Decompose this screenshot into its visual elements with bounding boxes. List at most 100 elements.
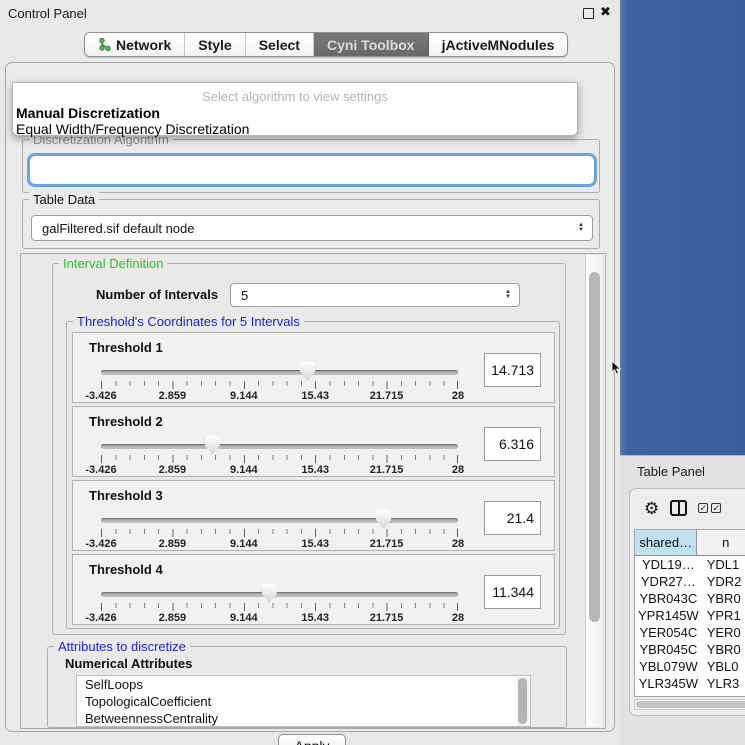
slider-thumb[interactable] [262, 584, 277, 603]
cell[interactable]: YBR045C [635, 641, 702, 658]
scrollbar-thumb[interactable] [518, 678, 527, 724]
select-columns-icons[interactable]: ✓ ✓ [698, 503, 721, 513]
slider-track[interactable] [101, 370, 458, 375]
cell[interactable]: YBR0 [702, 590, 745, 607]
menu-item-equal-width-frequency[interactable]: Equal Width/Frequency Discretization [16, 121, 249, 137]
network-view-frame: GAL80 G. C. GAL11 GAL4 GCY1 H HAP2 [620, 0, 745, 455]
slider-scale-labels: -3.426 2.859 9.144 15.43 21.715 28 [101, 538, 458, 550]
close-icon[interactable]: ✖ [600, 4, 611, 20]
slider-thumb[interactable] [300, 362, 315, 381]
slider-track[interactable] [101, 444, 458, 449]
cell[interactable]: YDR2 [702, 573, 745, 590]
threshold-4-slider[interactable]: -3.426 2.859 9.144 15.43 21.715 28 [101, 587, 458, 623]
cell[interactable]: YLR345W [635, 675, 702, 692]
table-horizontal-scrollbar[interactable] [634, 699, 745, 710]
tick-label: -3.426 [85, 390, 116, 402]
table-row[interactable]: YPR145WYPR1 [635, 607, 745, 624]
tab-style-label: Style [198, 37, 231, 53]
threshold-2-panel: Threshold 2 -3.426 2.859 9.144 15.43 [72, 406, 555, 477]
list-item[interactable]: TopologicalCoefficient [77, 693, 530, 710]
threshold-3-value-field[interactable]: 21.4 [484, 501, 541, 535]
cell[interactable]: YDL19… [635, 556, 702, 573]
tick-label: 21.715 [370, 538, 404, 550]
tick-label: 2.859 [159, 390, 187, 402]
scrollbar-thumb[interactable] [589, 272, 600, 622]
checkbox-icon[interactable]: ✓ [711, 503, 721, 513]
cell[interactable]: YER0 [702, 624, 745, 641]
table-row[interactable]: YIL052CYIL0 [635, 692, 745, 697]
number-of-intervals-value: 5 [241, 288, 248, 303]
scrollbar-thumb[interactable] [636, 701, 745, 708]
table-row[interactable]: YER054CYER0 [635, 624, 745, 641]
number-of-intervals-label: Number of Intervals [96, 287, 218, 302]
cell[interactable]: YPR145W [635, 607, 702, 624]
tick-label: -3.426 [85, 464, 116, 476]
numerical-attributes-label: Numerical Attributes [65, 656, 192, 671]
slider-track[interactable] [101, 592, 458, 597]
table-row[interactable]: YDL19…YDL1 [635, 556, 745, 573]
apply-button[interactable]: Apply [278, 734, 346, 745]
cell[interactable]: YIL052C [635, 692, 702, 697]
cell[interactable]: YPR1 [702, 607, 745, 624]
table-row[interactable]: YBR043CYBR0 [635, 590, 745, 607]
table-row[interactable]: YLR345WYLR3 [635, 675, 745, 692]
tab-jactivemnodules[interactable]: jActiveMNodules [429, 33, 568, 56]
tab-network[interactable]: Network [85, 33, 185, 56]
column-header-name[interactable]: n [697, 530, 745, 556]
tab-cyni-toolbox[interactable]: Cyni Toolbox [314, 33, 429, 56]
threshold-2-value-field[interactable]: 6.316 [484, 427, 541, 461]
slider-track[interactable] [101, 518, 458, 523]
checkbox-icon[interactable]: ✓ [698, 503, 708, 513]
tab-network-label: Network [116, 37, 171, 53]
algorithm-combobox[interactable] [30, 156, 594, 184]
table-row[interactable]: YDR27…YDR2 [635, 573, 745, 590]
split-columns-icon[interactable] [670, 500, 687, 516]
threshold-1-slider[interactable]: -3.426 2.859 9.144 15.43 21.715 28 [101, 365, 458, 401]
numerical-attributes-list[interactable]: SelfLoops TopologicalCoefficient Between… [76, 675, 531, 727]
threshold-4-value-field[interactable]: 11.344 [484, 575, 541, 609]
table-panel-title: Table Panel [637, 464, 705, 479]
threshold-1-value-field[interactable]: 14.713 [484, 353, 541, 387]
slider-thumb[interactable] [376, 510, 391, 529]
threshold-3-slider[interactable]: -3.426 2.859 9.144 15.43 21.715 28 [101, 513, 458, 549]
network-icon [98, 38, 111, 51]
tick-label: 28 [452, 390, 464, 402]
cell[interactable]: YDR27… [635, 573, 702, 590]
threshold-4-label: Threshold 4 [89, 562, 163, 577]
tab-style[interactable]: Style [185, 33, 245, 56]
tick-label: 15.43 [301, 390, 329, 402]
threshold-2-slider[interactable]: -3.426 2.859 9.144 15.43 21.715 28 [101, 439, 458, 475]
cell[interactable]: YIL0 [702, 692, 745, 697]
table-row[interactable]: YBL079WYBL0 [635, 658, 745, 675]
tick-label: 15.43 [301, 464, 329, 476]
number-of-intervals-combobox[interactable]: 5 ▲▼ [230, 283, 520, 307]
cell[interactable]: YBL0 [702, 658, 745, 675]
cell[interactable]: YBR0 [702, 641, 745, 658]
slider-thumb[interactable] [205, 436, 220, 455]
list-item[interactable]: SelfLoops [77, 676, 530, 693]
threshold-3-panel: Threshold 3 -3.426 2.859 9.144 15.43 [72, 480, 555, 551]
cell[interactable]: YBL079W [635, 658, 702, 675]
cell[interactable]: YBR043C [635, 590, 702, 607]
cell[interactable]: YLR3 [702, 675, 745, 692]
cell[interactable]: YDL1 [702, 556, 745, 573]
tick-label: 2.859 [159, 538, 187, 550]
list-item[interactable]: BetweennessCentrality [77, 710, 530, 727]
main-scrollbar[interactable] [585, 255, 602, 727]
node-attribute-table[interactable]: shared… n YDL19…YDL1 YDR27…YDR2 YBR043CY… [634, 529, 745, 697]
algorithm-placeholder: Select algorithm to view settings [13, 89, 577, 104]
tab-select[interactable]: Select [246, 33, 314, 56]
list-scrollbar[interactable] [517, 677, 529, 727]
table-row[interactable]: YBR045CYBR0 [635, 641, 745, 658]
tick-label: 21.715 [370, 390, 404, 402]
tick-label: -3.426 [85, 538, 116, 550]
gear-icon[interactable]: ⚙ [644, 500, 659, 517]
column-header-shared[interactable]: shared… [635, 530, 697, 556]
float-window-icon[interactable] [583, 8, 594, 19]
tick-label: 28 [452, 464, 464, 476]
cell[interactable]: YER054C [635, 624, 702, 641]
menu-item-manual-discretization[interactable]: Manual Discretization [16, 105, 160, 121]
table-data-combobox[interactable]: galFiltered.sif default node ▲▼ [31, 215, 593, 241]
tick-label: 21.715 [370, 612, 404, 624]
threshold-4-panel: Threshold 4 -3.426 2.859 9.144 15.43 [72, 554, 555, 625]
